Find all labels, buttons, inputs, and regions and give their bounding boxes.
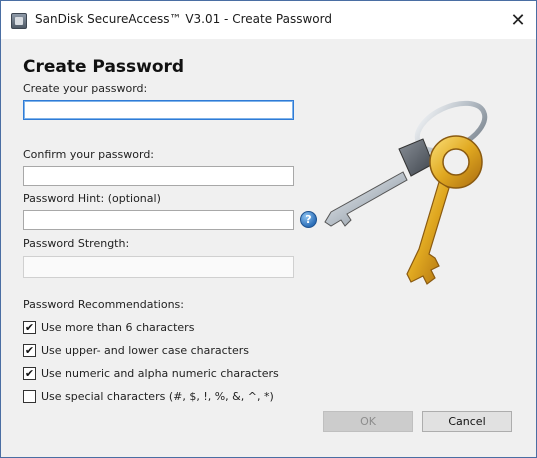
confirm-password-field[interactable] (23, 166, 294, 186)
app-icon (11, 13, 27, 29)
dialog-window: SanDisk SecureAccess™ V3.01 - Create Pas… (0, 0, 537, 458)
ok-button[interactable]: OK (323, 411, 413, 432)
cancel-button[interactable]: Cancel (422, 411, 512, 432)
page-title: Create Password (23, 57, 185, 77)
checkbox[interactable] (23, 389, 36, 403)
password-hint-field[interactable] (23, 210, 294, 230)
recommendation-item[interactable]: ✔ Use upper- and lower case characters (23, 342, 249, 358)
confirm-password-label: Confirm your password: (23, 148, 155, 161)
create-password-field[interactable] (23, 100, 294, 120)
recommendation-label: Use special characters (#, $, !, %, &, ^… (41, 389, 274, 403)
window-title: SanDisk SecureAccess™ V3.01 - Create Pas… (35, 12, 332, 26)
create-password-label: Create your password: (23, 82, 148, 95)
title-bar[interactable]: SanDisk SecureAccess™ V3.01 - Create Pas… (1, 1, 536, 39)
dialog-body: Create Password Create your password: Co… (1, 39, 536, 457)
password-hint-label: Password Hint: (optional) (23, 192, 161, 205)
close-button[interactable]: ✕ (500, 1, 536, 39)
recommendation-label: Use more than 6 characters (41, 320, 195, 334)
silver-key-icon (324, 138, 434, 227)
checkbox[interactable]: ✔ (23, 366, 36, 380)
close-icon: ✕ (510, 9, 526, 31)
recommendation-item[interactable]: ✔ Use numeric and alpha numeric characte… (23, 365, 279, 381)
password-strength-meter (23, 256, 294, 278)
password-strength-label: Password Strength: (23, 237, 130, 250)
checkbox[interactable]: ✔ (23, 320, 36, 334)
recommendation-item[interactable]: ✔ Use more than 6 characters (23, 319, 194, 335)
keys-illustration (324, 100, 488, 285)
recommendations-label: Password Recommendations: (23, 298, 184, 311)
recommendation-item[interactable]: Use special characters (#, $, !, %, &, ^… (23, 388, 274, 404)
checkbox[interactable]: ✔ (23, 343, 36, 357)
recommendation-label: Use upper- and lower case characters (41, 343, 249, 357)
recommendation-label: Use numeric and alpha numeric characters (41, 366, 279, 380)
